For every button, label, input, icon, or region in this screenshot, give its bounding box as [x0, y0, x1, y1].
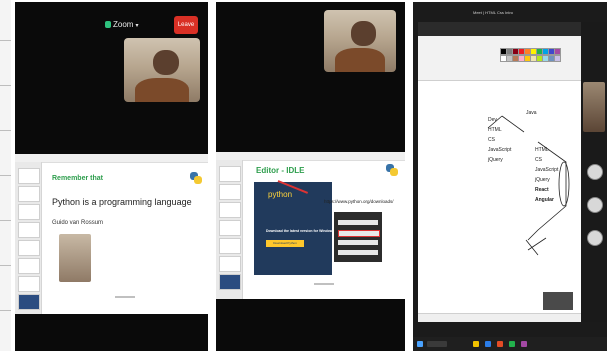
paint-titlebar: [418, 22, 582, 36]
tree-item: React: [535, 187, 549, 193]
app-icon[interactable]: [473, 341, 479, 347]
app-icon[interactable]: [521, 341, 527, 347]
tree-item: jQuery: [535, 177, 550, 183]
python-site-screenshot: python Download the latest version for W…: [254, 182, 334, 275]
meet-panel-3: Meet | HTML Css Intro Java Dev HTML CS Java…: [413, 2, 607, 351]
presenter-video: [583, 82, 605, 132]
windows-taskbar: [413, 337, 607, 351]
paint-window: Java Dev HTML CS JavaScript jQuery HTML CS Jav…: [418, 22, 582, 322]
shared-slide-window: Editor - IDLE python Download the latest…: [216, 152, 405, 299]
start-icon[interactable]: [417, 341, 423, 347]
slide-thumbnails: [15, 162, 42, 314]
tree-item: JavaScript: [488, 147, 512, 153]
app-icon[interactable]: [485, 341, 491, 347]
leave-button[interactable]: Leave: [174, 16, 198, 34]
slide-toolbar: [15, 154, 208, 163]
participants-sidebar: [581, 22, 607, 322]
zoom-panel-2: Editor - IDLE python Download the latest…: [216, 2, 405, 351]
slide-footer-bar: [115, 296, 135, 298]
python-logo-icon: [190, 172, 202, 184]
download-button[interactable]: Download Python: [266, 240, 304, 247]
tree-item: jQuery: [488, 157, 503, 163]
left-edge-strip: [0, 0, 11, 351]
ink-blob: [543, 292, 573, 310]
download-url: https://www.python.org/downloads/: [324, 199, 394, 204]
zoom-panel-1: Zoom ▾ Leave Remember that Python is a pr…: [15, 2, 208, 351]
participant-video: [324, 10, 396, 72]
paint-ribbon: [418, 36, 582, 81]
slide-heading: Remember that: [52, 175, 103, 182]
participant-video: [124, 38, 200, 102]
download-list-screenshot: [334, 212, 382, 262]
tree-item: Dev: [488, 117, 497, 123]
tree-root: Java: [526, 110, 537, 116]
slide-author: Guido van Rossum: [52, 220, 104, 226]
tree-item: HTML: [488, 127, 502, 133]
tree-item: JavaScript: [535, 167, 559, 173]
participant-avatar: [587, 164, 603, 180]
slide-statement: Python is a programming language: [52, 197, 192, 207]
zoom-title: Zoom ▾: [105, 20, 138, 29]
tree-item: HTML: [535, 147, 549, 153]
shared-slide-window: Remember that Python is a programming la…: [15, 154, 208, 314]
tree-item: CS: [535, 157, 542, 163]
window-title: Meet | HTML Css Intro: [473, 10, 514, 15]
participant-avatar: [587, 197, 603, 213]
search-icon[interactable]: [427, 341, 447, 347]
tree-drawing: [487, 115, 570, 256]
slide-heading: Editor - IDLE: [256, 166, 305, 175]
tree-item: CS: [488, 137, 495, 143]
color-swatch[interactable]: [554, 48, 561, 55]
shield-icon: [105, 21, 111, 28]
color-swatch[interactable]: [554, 55, 561, 62]
chevron-down-icon[interactable]: ▾: [135, 23, 138, 29]
slide-footer-bar: [314, 283, 334, 285]
app-icon[interactable]: [509, 341, 515, 347]
slide-thumbnails: [216, 160, 243, 299]
paint-statusbar: [418, 313, 582, 322]
app-icon[interactable]: [497, 341, 503, 347]
python-logo-icon: [386, 164, 398, 176]
author-photo: [59, 234, 91, 282]
slide-toolbar: [216, 152, 405, 161]
participant-avatar: [587, 230, 603, 246]
tree-item: Angular: [535, 197, 554, 203]
